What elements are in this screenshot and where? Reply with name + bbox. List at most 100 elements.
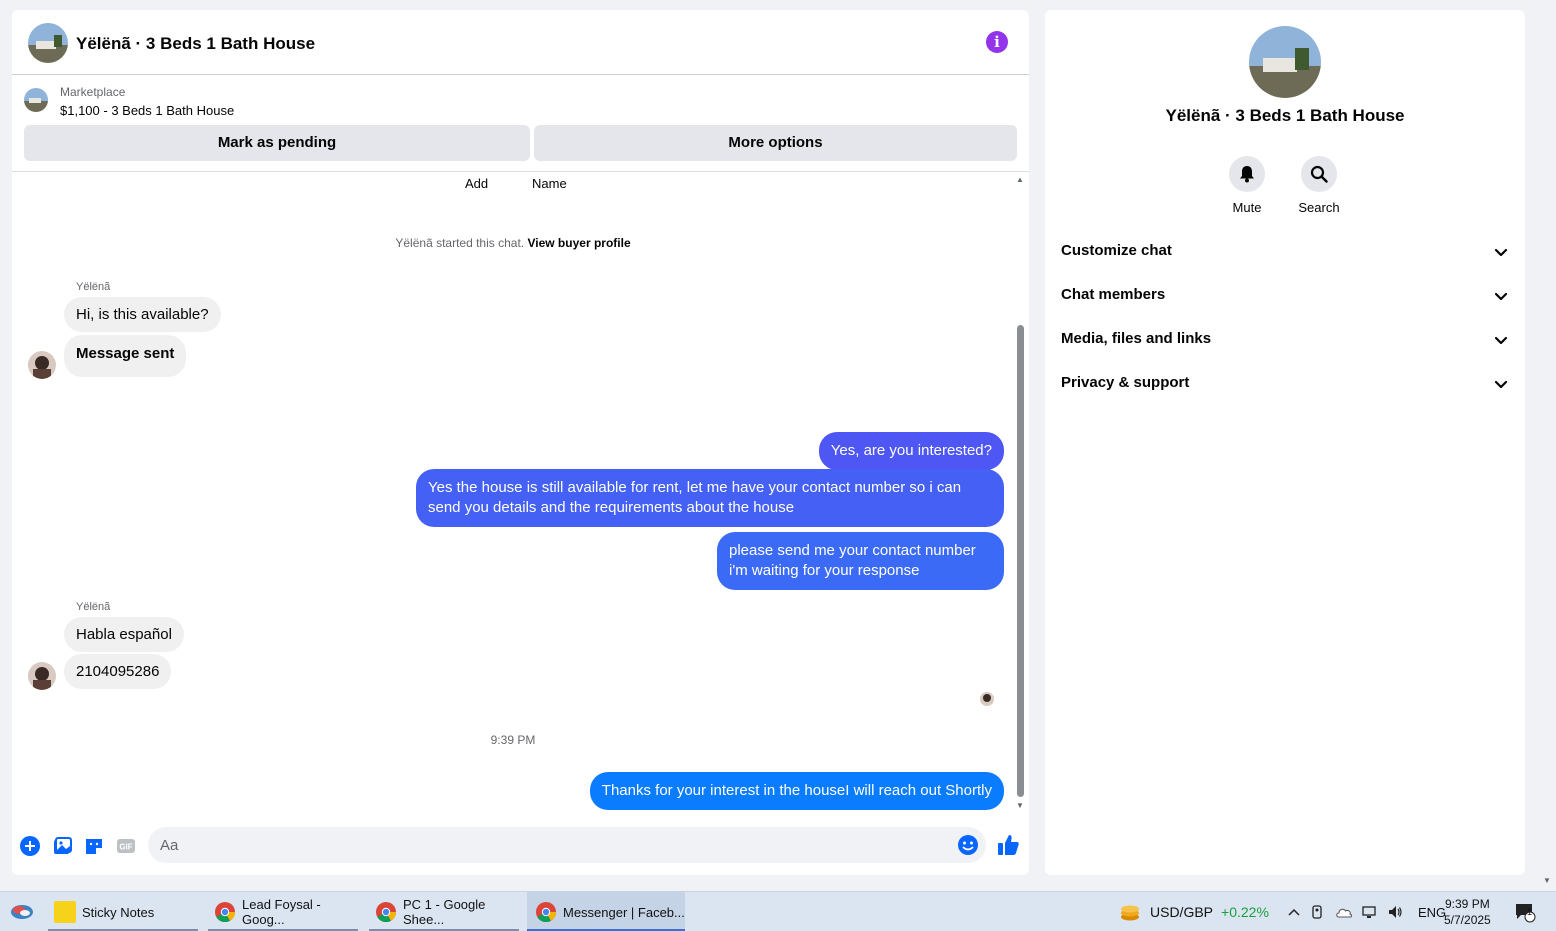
search-icon [1310, 165, 1328, 183]
message-thread[interactable]: Add Name Yëlënã started this chat. View … [12, 173, 1029, 816]
add-icon[interactable] [20, 836, 40, 856]
chat-header: Yëlënã · 3 Beds 1 Bath House i [12, 10, 1029, 75]
taskbar-app-label: Lead Foysal - Goog... [242, 897, 321, 927]
accordion-label: Media, files and links [1061, 330, 1212, 347]
taskbar-app-chrome-pc1[interactable]: PC 1 - Google Shee... [369, 892, 519, 931]
start-icon [11, 905, 33, 919]
accordion-privacy-support[interactable]: Privacy & support [1061, 362, 1509, 406]
taskbar-app-chrome-messenger[interactable]: Messenger | Faceb... [527, 892, 685, 931]
tab-name[interactable]: Name [532, 176, 567, 191]
meet-now-icon[interactable] [1310, 904, 1326, 920]
chevron-down-icon [1494, 380, 1508, 389]
chat-avatar[interactable] [28, 23, 68, 63]
emoji-icon[interactable] [957, 834, 979, 856]
scroll-down-icon[interactable]: ▼ [1016, 801, 1024, 810]
clock-time: 9:39 PM [1445, 897, 1490, 911]
system-tray: ENG [1287, 892, 1446, 931]
chat-title[interactable]: Yëlënã · 3 Beds 1 Bath House [76, 34, 315, 54]
accordion-label: Customize chat [1061, 242, 1172, 259]
notification-count: 1 [1527, 907, 1533, 917]
search-circle[interactable] [1301, 156, 1337, 192]
accordion-customize-chat[interactable]: Customize chat [1061, 230, 1509, 274]
chat-panel: Yëlënã · 3 Beds 1 Bath House i Marketpla… [12, 10, 1029, 875]
view-buyer-profile-link[interactable]: View buyer profile [527, 236, 630, 250]
chevron-down-icon [1494, 292, 1508, 301]
taskbar-app-sticky-notes[interactable]: Sticky Notes [48, 892, 198, 931]
sender-avatar[interactable] [28, 662, 56, 690]
mark-pending-button[interactable]: Mark as pending [24, 125, 530, 161]
seen-indicator-avatar [980, 692, 994, 706]
taskbar-app-label: Messenger | Faceb... [563, 904, 685, 920]
listing-thumbnail[interactable] [24, 88, 48, 112]
mute-label: Mute [1232, 200, 1262, 215]
incoming-message[interactable]: Hi, is this available? [64, 297, 221, 332]
taskbar-app-label: PC 1 - Google Shee... [403, 897, 486, 927]
taskbar-app-label: Sticky Notes [82, 904, 155, 920]
coins-icon [1121, 905, 1139, 921]
chrome-icon [536, 902, 557, 923]
incoming-message[interactable]: Message sent [64, 335, 187, 377]
notification-center-button[interactable]: 1 [1514, 892, 1536, 931]
svg-text:GIF: GIF [119, 843, 132, 852]
sender-name: Yëlënã [76, 601, 111, 613]
message-input[interactable] [148, 827, 986, 863]
sender-avatar[interactable] [28, 351, 56, 379]
page-scroll-down-icon[interactable]: ▼ [1543, 876, 1551, 885]
listing-bar: Marketplace $1,100 - 3 Beds 1 Bath House… [12, 76, 1029, 172]
photo-icon[interactable] [52, 836, 72, 856]
outgoing-message[interactable]: Yes the house is still available for ren… [416, 469, 1004, 527]
sticker-icon[interactable] [84, 836, 104, 856]
stock-widget[interactable]: USD/GBP +0.22% [1118, 892, 1269, 931]
like-icon[interactable] [996, 833, 1020, 857]
cloud-icon[interactable] [1335, 905, 1353, 919]
chrome-icon [215, 902, 236, 923]
chat-started-notice: Yëlënã started this chat. View buyer pro… [12, 236, 1014, 250]
mute-button[interactable]: Mute [1217, 156, 1277, 215]
language-indicator[interactable]: ENG [1418, 905, 1446, 920]
volume-icon[interactable] [1387, 904, 1403, 920]
accordion-label: Privacy & support [1061, 374, 1190, 391]
search-button[interactable]: Search [1289, 156, 1349, 215]
taskbar: Sticky Notes Lead Foysal - Goog... PC 1 … [0, 891, 1556, 931]
outgoing-message[interactable]: please send me your contact number i'm w… [717, 532, 1004, 590]
notification-icon [1516, 904, 1536, 923]
incoming-message[interactable]: Habla español [64, 617, 184, 652]
outgoing-message[interactable]: Thanks for your interest in the houseI w… [589, 772, 1004, 810]
search-label: Search [1298, 200, 1340, 215]
bell-icon [1240, 166, 1254, 183]
info-icon[interactable]: i [986, 31, 1008, 53]
ticker-label: USD/GBP [1150, 904, 1214, 920]
incoming-message[interactable]: 2104095286 [64, 654, 172, 689]
listing-source: Marketplace [60, 85, 126, 99]
composer: GIF [12, 816, 1029, 875]
started-text: Yëlënã started this chat. [395, 236, 525, 250]
tab-add[interactable]: Add [465, 176, 488, 191]
chevron-down-icon [1494, 248, 1508, 257]
info-title: Yëlënã · 3 Beds 1 Bath House [1165, 106, 1405, 125]
outgoing-message[interactable]: Yes, are you interested? [818, 432, 1004, 470]
scroll-up-icon[interactable]: ▲ [1016, 175, 1024, 184]
chevron-up-icon[interactable] [1287, 905, 1301, 919]
accordion-label: Chat members [1061, 286, 1166, 303]
accordion-media-files-links[interactable]: Media, files and links [1061, 318, 1509, 362]
chrome-icon [376, 902, 397, 923]
scrollbar-thumb[interactable] [1017, 325, 1024, 797]
listing-title[interactable]: $1,100 - 3 Beds 1 Bath House [60, 103, 234, 118]
ticker-change: +0.22% [1221, 904, 1269, 920]
profile-avatar[interactable] [1249, 26, 1321, 98]
conversation-info-panel: Yëlënã · 3 Beds 1 Bath House Mute Search… [1045, 10, 1525, 875]
more-options-button[interactable]: More options [534, 125, 1017, 161]
accordion-chat-members[interactable]: Chat members [1061, 274, 1509, 318]
taskbar-app-chrome-lead-foysal[interactable]: Lead Foysal - Goog... [208, 892, 358, 931]
chevron-down-icon [1494, 336, 1508, 345]
message-timestamp: 9:39 PM [490, 733, 536, 747]
sticky-notes-icon [54, 901, 76, 923]
sender-name: Yëlënã [76, 281, 111, 293]
gif-icon[interactable]: GIF [116, 836, 136, 856]
clock[interactable]: 9:39 PM 5/7/2025 [1444, 892, 1491, 931]
scrollbar[interactable]: ▲ ▼ [1014, 173, 1026, 816]
network-icon[interactable] [1362, 904, 1378, 920]
mute-circle[interactable] [1229, 156, 1265, 192]
start-button[interactable] [4, 892, 40, 931]
clock-date: 5/7/2025 [1444, 913, 1491, 927]
